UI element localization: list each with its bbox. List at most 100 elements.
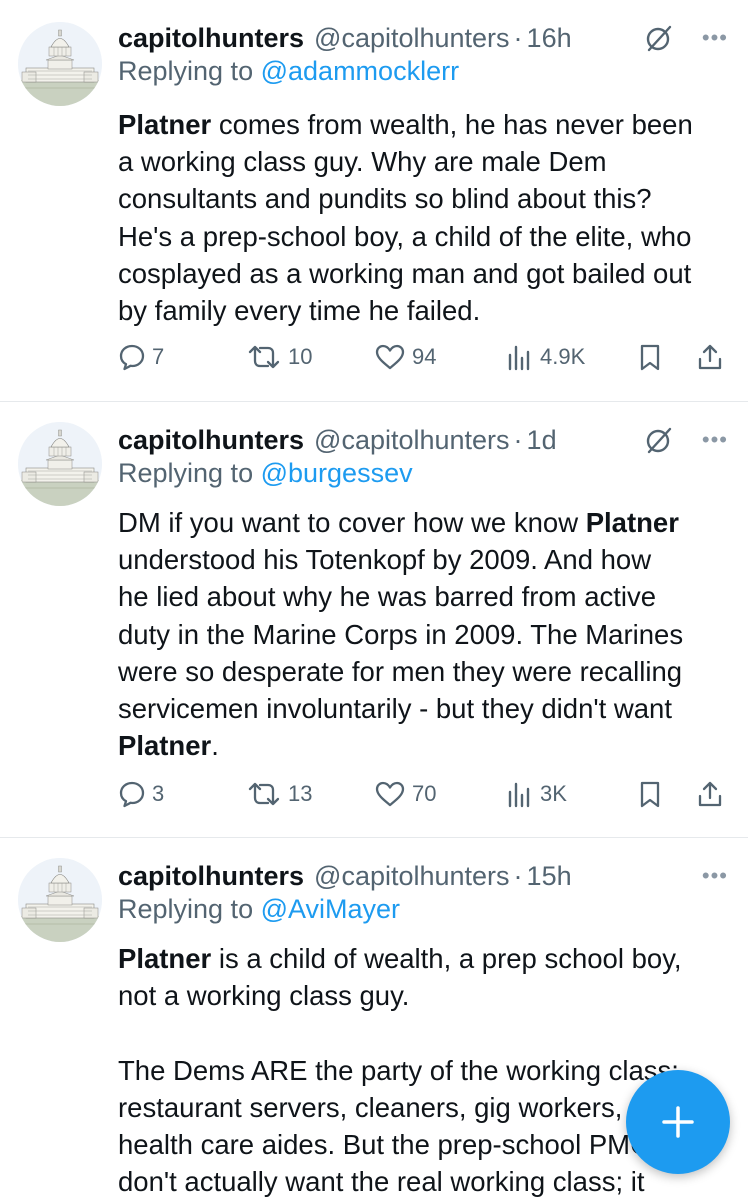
repost-icon xyxy=(246,780,282,808)
text-span: don't actually want the real working cla… xyxy=(118,1166,645,1198)
bold-text: Platner xyxy=(118,109,212,140)
reply-mention-link[interactable]: @AviMayer xyxy=(261,894,400,924)
text-span: duty in the Marine Corps in 2009. The Ma… xyxy=(118,618,684,650)
text-line: servicemen involuntarily - but they didn… xyxy=(118,690,730,727)
tweet-header: capitolhunters @capitolhunters · 15h ••• xyxy=(118,856,728,896)
text-span: were so desperate for men they were reca… xyxy=(118,655,683,687)
like-button[interactable]: 70 xyxy=(374,774,436,814)
views-icon xyxy=(506,780,534,808)
action-bar: 3 13 70 3K xyxy=(0,774,748,814)
action-bar: 7 10 94 4.9K xyxy=(0,337,748,377)
grok-icon[interactable] xyxy=(642,21,676,55)
reply-mention-link[interactable]: @burgessev xyxy=(261,458,413,488)
user-handle[interactable]: @capitolhunters xyxy=(314,425,510,456)
text-span: health care aides. But the prep-school P… xyxy=(118,1128,650,1160)
views-count: 3K xyxy=(540,781,567,806)
tweet[interactable]: capitolhunters @capitolhunters · 16h •••… xyxy=(0,0,748,402)
bookmark-button[interactable] xyxy=(636,774,664,814)
text-line: by family every time he failed. xyxy=(118,292,730,329)
user-handle[interactable]: @capitolhunters xyxy=(314,23,510,54)
more-options-icon[interactable]: ••• xyxy=(702,429,728,451)
text-line: Platner is a child of wealth, a prep sch… xyxy=(118,940,730,977)
replying-to: Replying to @burgessev xyxy=(118,458,413,489)
text-span: not a working class guy. xyxy=(118,980,410,1012)
plus-icon xyxy=(662,1106,694,1138)
compose-button[interactable] xyxy=(626,1070,730,1174)
tweet-header: capitolhunters @capitolhunters · 16h ••• xyxy=(118,18,728,58)
reply-mention-link[interactable]: @adammocklerr xyxy=(261,56,459,86)
share-icon xyxy=(696,343,724,371)
text-span: DM if you want to cover how we know xyxy=(118,507,586,538)
text-line: Platner comes from wealth, he has never … xyxy=(118,106,730,143)
views-count: 4.9K xyxy=(540,344,586,369)
text-line: DM if you want to cover how we know Plat… xyxy=(118,504,730,541)
timestamp[interactable]: 1d xyxy=(527,425,557,456)
reply-count: 3 xyxy=(152,781,165,806)
repost-button[interactable]: 10 xyxy=(246,337,312,377)
bookmark-button[interactable] xyxy=(636,337,664,377)
views-icon xyxy=(506,343,534,371)
text-span: consultants and pundits so blind about t… xyxy=(118,183,652,215)
replying-to: Replying to @adammocklerr xyxy=(118,56,459,87)
text-line: a working class guy. Why are male Dem xyxy=(118,143,730,180)
bold-text: Platner xyxy=(118,730,212,762)
text-line: not a working class guy. xyxy=(118,977,730,1014)
timestamp[interactable]: 16h xyxy=(527,23,572,54)
text-line: duty in the Marine Corps in 2009. The Ma… xyxy=(118,616,730,653)
reply-icon xyxy=(118,780,146,808)
timestamp[interactable]: 15h xyxy=(527,861,572,892)
display-name[interactable]: capitolhunters xyxy=(118,861,304,892)
text-span: by family every time he failed. xyxy=(118,294,481,326)
like-count: 70 xyxy=(412,781,437,806)
reply-button[interactable]: 7 xyxy=(118,337,164,377)
more-options-icon[interactable]: ••• xyxy=(702,865,728,887)
text-line: The Dems ARE the party of the working cl… xyxy=(118,1052,730,1089)
more-options-icon[interactable]: ••• xyxy=(702,27,728,49)
text-line: don't actually want the real working cla… xyxy=(118,1163,730,1200)
text-span: restaurant servers, cleaners, gig worker… xyxy=(118,1091,623,1123)
tweet-text: Platner comes from wealth, he has never … xyxy=(118,106,730,329)
text-span: He's a prep-school boy, a child of the e… xyxy=(118,220,692,252)
text-span: servicemen involuntarily - but they didn… xyxy=(118,692,672,724)
display-name[interactable]: capitolhunters xyxy=(118,425,304,456)
avatar[interactable] xyxy=(18,858,102,942)
tweet[interactable]: capitolhunters @capitolhunters · 1d ••• … xyxy=(0,402,748,838)
replying-to-label: Replying to xyxy=(118,56,254,86)
avatar[interactable] xyxy=(18,22,102,106)
separator-dot: · xyxy=(513,860,523,891)
display-name[interactable]: capitolhunters xyxy=(118,23,304,54)
repost-count: 13 xyxy=(288,781,313,806)
share-button[interactable] xyxy=(696,337,724,377)
text-span: is a child of wealth, a prep school boy, xyxy=(211,943,682,974)
text-line: were so desperate for men they were reca… xyxy=(118,653,730,690)
like-icon xyxy=(374,780,406,808)
text-span: The Dems ARE the party of the working cl… xyxy=(118,1054,679,1086)
bold-text: Platner xyxy=(585,507,679,538)
views-button[interactable]: 3K xyxy=(506,774,567,814)
repost-count: 10 xyxy=(288,344,313,369)
text-line: he lied about why he was barred from act… xyxy=(118,578,730,615)
bold-text: Platner xyxy=(118,943,212,974)
tweet-text: DM if you want to cover how we know Plat… xyxy=(118,504,730,764)
reply-icon xyxy=(118,343,146,371)
share-icon xyxy=(696,780,724,808)
grok-icon[interactable] xyxy=(642,423,676,457)
like-icon xyxy=(374,343,406,371)
user-handle[interactable]: @capitolhunters xyxy=(314,861,510,892)
tweet-text: Platner is a child of wealth, a prep sch… xyxy=(118,940,730,1200)
text-span: comes from wealth, he has never been xyxy=(211,109,693,140)
repost-icon xyxy=(246,343,282,371)
like-count: 94 xyxy=(412,344,437,369)
text-span: understood his Totenkopf by 2009. And ho… xyxy=(118,544,652,576)
like-button[interactable]: 94 xyxy=(374,337,436,377)
text-line: Platner. xyxy=(118,727,730,764)
reply-button[interactable]: 3 xyxy=(118,774,164,814)
repost-button[interactable]: 13 xyxy=(246,774,312,814)
separator-dot: · xyxy=(513,22,523,53)
avatar[interactable] xyxy=(18,422,102,506)
bookmark-icon xyxy=(636,780,664,808)
share-button[interactable] xyxy=(696,774,724,814)
text-span: cosplayed as a working man and got baile… xyxy=(118,257,692,289)
views-button[interactable]: 4.9K xyxy=(506,337,585,377)
